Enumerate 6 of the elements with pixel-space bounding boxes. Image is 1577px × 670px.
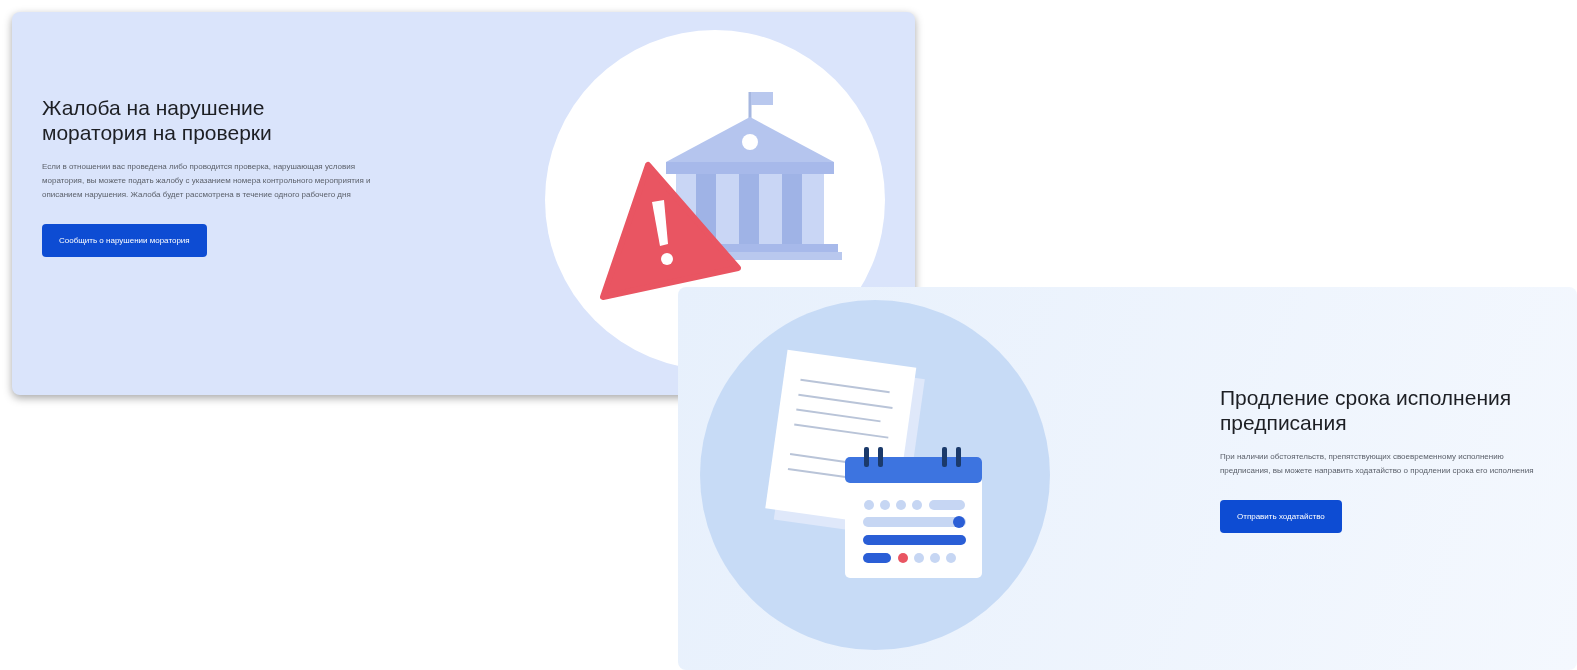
card-title: Жалоба на нарушение моратория на проверки [42,95,273,145]
card-title: Продление срока исполнения предписания [1220,385,1513,435]
action-button[interactable]: Сообщить о нарушении моратория [42,224,207,257]
card-description: При наличии обстоятельств, препятствующих своевременному исполнению предписания, вы можете направить ходатайство о продлении срока его исполнения [1220,451,1535,477]
action-button[interactable]: Отправить ходатайство [1220,500,1342,533]
card-description: Если в отношении вас проведена либо проводится проверка, нарушающая условия моратория, вы можете подать жалобу с указанием номера контрольного мероприятия и описанием нарушения. Жалоба будет рассмотрена в течение одного рабочего дня [42,161,372,201]
